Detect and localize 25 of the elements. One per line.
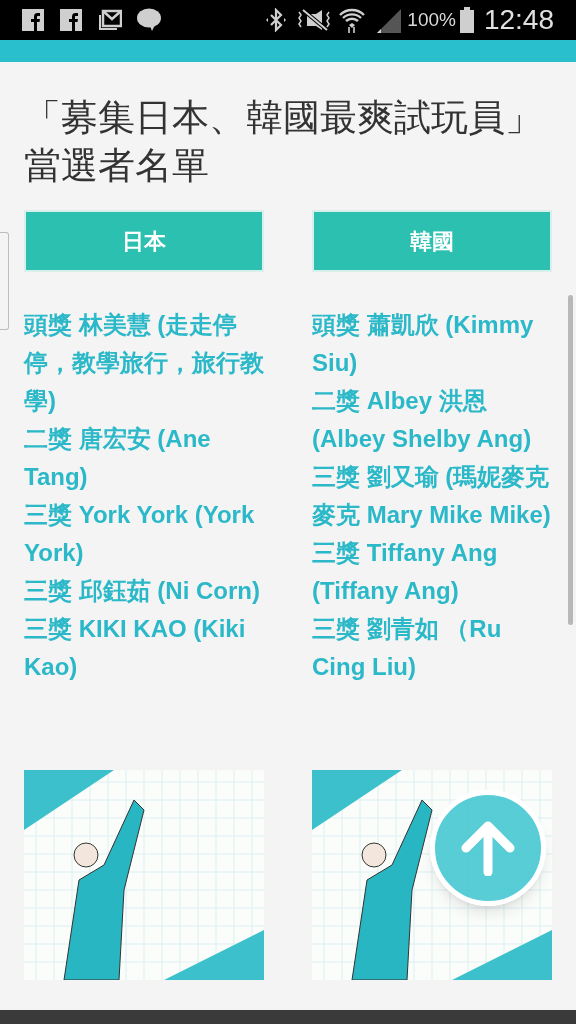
winner-entry: 頭獎 蕭凱欣 (Kimmy Siu) <box>312 310 535 378</box>
winner-entry: 三獎 Tiffany Ang (Tiffany Ang) <box>312 538 499 606</box>
country-tab[interactable]: 韓國 <box>312 210 552 272</box>
signal-icon <box>375 7 402 33</box>
winner-entry: 三獎 劉青如 （Ru Cing Liu) <box>312 614 503 682</box>
winner-entry: 二獎 唐宏安 (Ane Tang) <box>24 424 212 492</box>
wifi-icon <box>339 7 366 33</box>
page-title: 「募集日本、韓國最爽試玩員」當選者名單 <box>24 96 543 188</box>
clock-time: 12:48 <box>483 3 554 37</box>
chat-bubble-icon <box>136 8 162 32</box>
drawer-handle[interactable] <box>0 232 9 330</box>
winner-entry: 三獎 York York (York York) <box>24 500 256 568</box>
country-tab[interactable]: 日本 <box>24 210 264 272</box>
winner-entry: 頭獎 林美慧 (走走停停，教學旅行，旅行教學) <box>24 310 264 416</box>
battery-icon <box>459 7 474 33</box>
winner-entry: 二獎 Albey 洪恩 (Albey Shelby Ang) <box>312 386 533 454</box>
winner-entry: 三獎 KIKI KAO (Kiki Kao) <box>24 614 247 682</box>
winner-entry: 三獎 劉又瑜 (瑪妮麥克麥克 Mary Mike Mike) <box>312 462 552 530</box>
facebook-icon <box>22 9 44 31</box>
mail-icon <box>98 9 122 31</box>
up-arrow-icon <box>460 820 516 876</box>
battery-level: 100% <box>407 7 456 32</box>
vibrate-off-icon <box>297 8 332 32</box>
facebook-icon <box>60 9 82 31</box>
winner-entry: 三獎 邱鈺茹 (Ni Corn) <box>24 576 261 606</box>
